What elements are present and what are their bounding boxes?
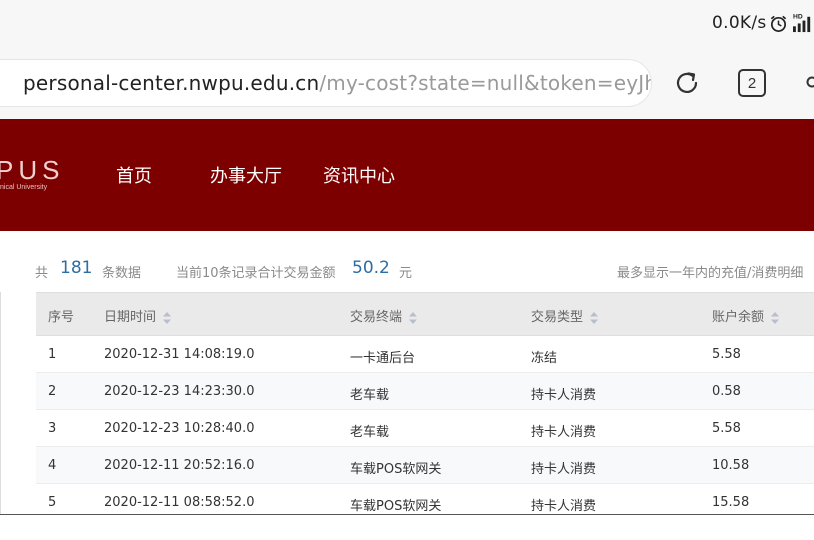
reload-icon[interactable] [672,68,702,98]
column-header-balance[interactable]: 账户余额 [712,306,780,325]
nav-home[interactable]: 首页 [116,162,152,188]
cell-terminal: 老车载 [350,388,390,403]
column-header-label: 交易类型 [531,310,584,325]
cell-balance: 15.58 [712,495,750,510]
column-header-label: 交易终端 [350,310,403,325]
table-header: 序号 日期时间 交易终端 交易类型 账户余额 [36,292,814,336]
cell-terminal: 车载POS软网关 [350,462,442,477]
table-row: 3 2020-12-23 10:28:40.0 老车载 持卡人消费 5.58 [36,410,814,447]
column-header-label: 序号 [48,310,75,325]
cell-signal-icon: HD [793,14,811,33]
cell-index: 2 [48,384,57,399]
cell-terminal: 车载POS软网关 [350,499,442,514]
column-header-type[interactable]: 交易类型 [531,306,599,325]
column-header-label: 账户余额 [712,310,765,325]
nav-news-center[interactable]: 资讯中心 [323,162,395,188]
cell-type: 冻结 [531,351,558,366]
cell-index: 1 [48,347,57,362]
url-text[interactable]: personal-center.nwpu.edu.cn/my-cost?stat… [23,71,652,95]
cell-index: 3 [48,421,57,436]
column-header-datetime[interactable]: 日期时间 [104,306,172,325]
amount-label: 当前10条记录合计交易金额 [176,266,336,281]
nav-service-hall[interactable]: 办事大厅 [210,162,282,188]
cell-terminal: 一卡通后台 [350,351,416,366]
table-row: 4 2020-12-11 20:52:16.0 车载POS软网关 持卡人消费 1… [36,447,814,484]
tabs-count-button[interactable]: 2 [738,69,766,97]
cell-index: 5 [48,495,57,510]
sort-icon[interactable] [162,311,172,325]
table-row: 1 2020-12-31 14:08:19.0 一卡通后台 冻结 5.58 [36,336,814,373]
site-header: PUS nical University 首页 办事大厅 资讯中心 [0,119,814,231]
summary-prefix: 共 [35,266,49,281]
amount-unit: 元 [399,266,413,281]
sort-icon[interactable] [589,311,599,325]
cell-datetime: 2020-12-23 14:23:30.0 [104,384,255,399]
sort-icon[interactable] [770,311,780,325]
column-header-label: 日期时间 [104,310,157,325]
column-header-terminal[interactable]: 交易终端 [350,306,418,325]
url-path: /my-cost?state=null&token=eyJh [319,71,652,95]
total-count: 181 [60,258,93,278]
cell-index: 4 [48,458,57,473]
count-suffix: 条数据 [102,266,142,281]
sort-icon[interactable] [408,311,418,325]
browser-toolbar: personal-center.nwpu.edu.cn/my-cost?stat… [0,44,814,119]
summary-bar: 共 181 条数据 当前10条记录合计交易金额 50.2 元 最多显示一年内的充… [0,232,814,292]
cell-datetime: 2020-12-11 20:52:16.0 [104,458,255,473]
network-speed: 0.0K/s [712,13,767,33]
bottom-edge [0,514,814,540]
address-bar[interactable]: personal-center.nwpu.edu.cn/my-cost?stat… [0,59,652,107]
cell-balance: 10.58 [712,458,750,473]
url-domain: personal-center.nwpu.edu.cn [23,71,320,95]
menu-icon[interactable] [804,74,814,90]
table-row: 2 2020-12-23 14:23:30.0 老车载 持卡人消费 0.58 [36,373,814,410]
alarm-clock-icon [770,15,787,32]
cell-type: 持卡人消费 [531,462,597,477]
display-limit-note: 最多显示一年内的充值/消费明细 [617,266,804,281]
cell-datetime: 2020-12-23 10:28:40.0 [104,421,255,436]
cell-type: 持卡人消费 [531,388,597,403]
cell-type: 持卡人消费 [531,499,597,514]
column-header-index: 序号 [48,306,74,325]
signal-hd-badge: HD [793,14,803,21]
site-logo[interactable]: PUS [0,155,64,186]
amount-value: 50.2 [352,258,390,278]
cell-datetime: 2020-12-31 14:08:19.0 [104,347,255,362]
cell-terminal: 老车载 [350,425,390,440]
cell-balance: 0.58 [712,384,741,399]
left-divider [0,292,1,514]
cell-datetime: 2020-12-11 08:58:52.0 [104,495,255,510]
cell-balance: 5.58 [712,421,741,436]
site-logo-subtitle: nical University [0,184,48,191]
cell-type: 持卡人消费 [531,425,597,440]
cell-balance: 5.58 [712,347,741,362]
status-bar: 0.0K/s HD [0,0,814,44]
